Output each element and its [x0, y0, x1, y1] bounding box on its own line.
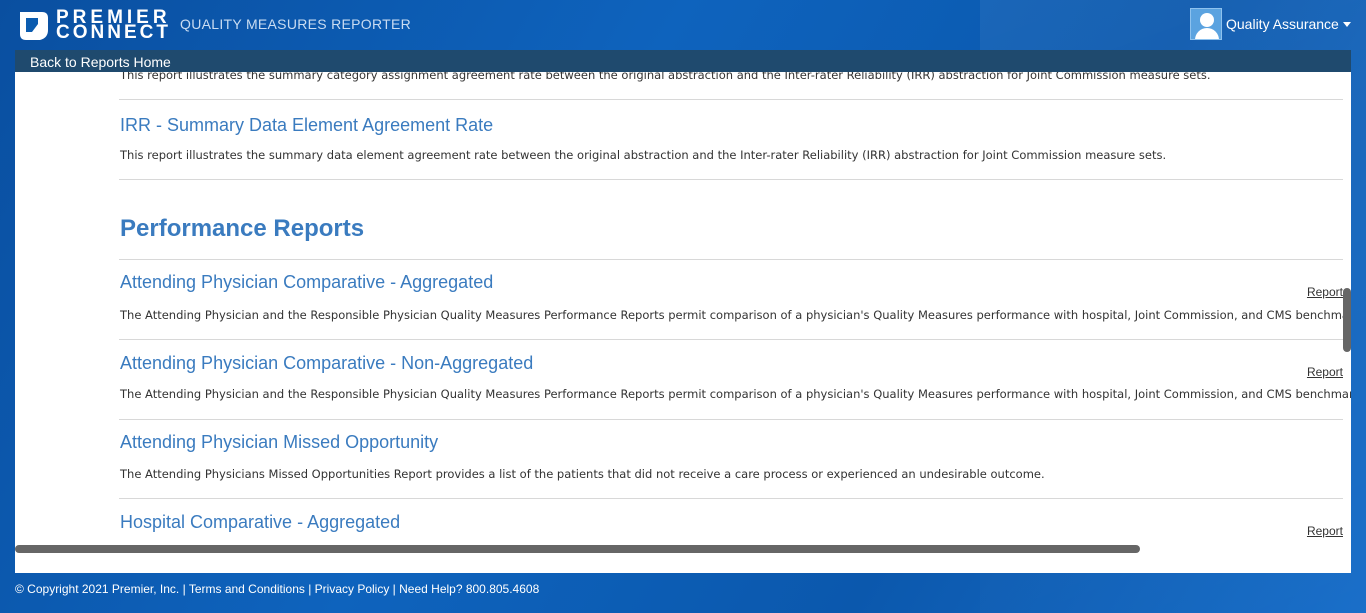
vertical-scrollbar-thumb[interactable] — [1343, 288, 1351, 352]
report-description: This report illustrates the summary data… — [120, 148, 1167, 162]
divider — [119, 498, 1343, 499]
report-link[interactable]: Report — [1307, 365, 1343, 379]
logo-text-connect: CONNECT — [56, 22, 171, 43]
footer: © Copyright 2021 Premier, Inc. | Terms a… — [15, 582, 540, 596]
avatar-icon — [1190, 8, 1222, 40]
report-link[interactable]: Report — [1307, 524, 1343, 538]
divider — [119, 339, 1343, 340]
back-navigation-bar: Back to Reports Home — [15, 50, 1351, 72]
divider — [119, 99, 1343, 100]
report-title-link[interactable]: Attending Physician Comparative - Aggreg… — [120, 272, 493, 293]
report-title-link[interactable]: Hospital Comparative - Aggregated — [120, 512, 400, 533]
horizontal-scrollbar-thumb[interactable] — [15, 545, 1140, 553]
divider — [119, 259, 1343, 260]
divider — [119, 419, 1343, 420]
report-title-link[interactable]: Attending Physician Missed Opportunity — [120, 432, 438, 453]
app-title: QUALITY MEASURES REPORTER — [180, 16, 412, 32]
chevron-down-icon — [1342, 21, 1351, 27]
report-title-link[interactable]: IRR - Summary Data Element Agreement Rat… — [120, 115, 493, 136]
report-description: The Attending Physician and the Responsi… — [120, 308, 1351, 322]
user-name: Quality Assurance — [1226, 16, 1339, 32]
report-description: The Attending Physicians Missed Opportun… — [120, 467, 1045, 481]
back-to-reports-home-link[interactable]: Back to Reports Home — [30, 54, 171, 70]
reports-panel: This report illustrates the summary cate… — [15, 50, 1351, 573]
report-link[interactable]: Report — [1307, 285, 1343, 299]
premier-connect-logo[interactable]: PREMIER CONNECT — [16, 8, 168, 42]
report-title-link[interactable]: Attending Physician Comparative - Non-Ag… — [120, 353, 533, 374]
app-header: PREMIER CONNECT QUALITY MEASURES REPORTE… — [0, 0, 1366, 50]
user-menu[interactable]: Quality Assurance — [1190, 8, 1351, 40]
report-description: The Attending Physician and the Responsi… — [120, 387, 1351, 401]
section-heading-performance: Performance Reports — [120, 215, 365, 242]
premier-logo-icon — [20, 12, 48, 40]
divider — [119, 179, 1343, 180]
